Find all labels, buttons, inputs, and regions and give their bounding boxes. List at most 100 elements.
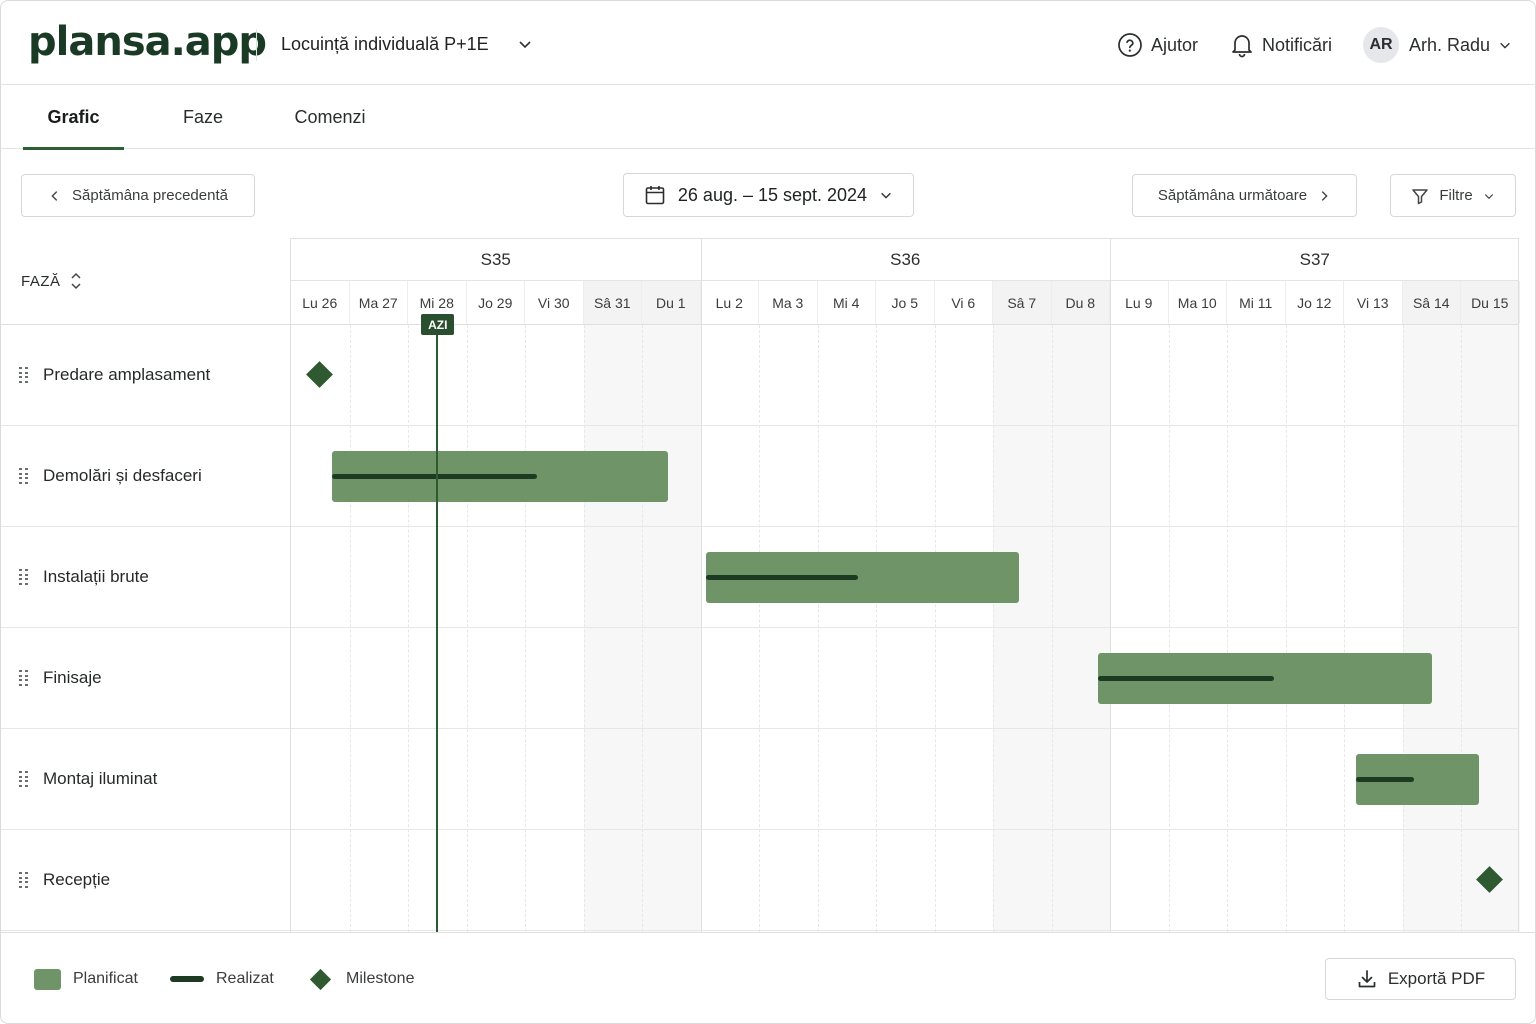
phase-row-label: Demolări și desfaceri xyxy=(19,426,202,526)
actual-progress-bar xyxy=(706,575,859,580)
drag-dot xyxy=(19,784,22,787)
drag-dot xyxy=(25,569,28,571)
date-range-picker[interactable]: 26 aug. – 15 sept. 2024 xyxy=(623,173,914,217)
help-button[interactable]: Ajutor xyxy=(1117,29,1198,61)
legend-actual-swatch xyxy=(170,976,204,982)
phase-row-label: Recepție xyxy=(19,830,110,930)
phase-name[interactable]: Montaj iluminat xyxy=(43,769,157,789)
drag-handle-icon[interactable] xyxy=(19,670,29,686)
phase-name[interactable]: Predare amplasament xyxy=(43,365,210,385)
project-selector[interactable]: Locuință individuală P+1E xyxy=(281,31,533,57)
day-label: Jo 29 xyxy=(467,281,525,324)
avatar: AR xyxy=(1363,27,1399,63)
drag-dot xyxy=(19,683,22,686)
day-label: Mi 11 xyxy=(1227,281,1286,324)
app-logo[interactable]: plansa.app xyxy=(28,19,267,65)
drag-handle-icon[interactable] xyxy=(19,367,29,383)
day-label: Du 1 xyxy=(642,281,701,324)
drag-dot xyxy=(25,885,28,888)
filters-button[interactable]: Filtre xyxy=(1390,174,1516,217)
phase-row-label: Montaj iluminat xyxy=(19,729,157,829)
previous-week-button[interactable]: Săptămâna precedentă xyxy=(21,174,255,217)
phase-name[interactable]: Demolări și desfaceri xyxy=(43,466,202,486)
legend-planned-swatch xyxy=(34,968,61,990)
drag-dot xyxy=(25,578,28,580)
actual-progress-bar xyxy=(331,474,537,479)
drag-dot xyxy=(19,872,22,874)
drag-handle-icon[interactable] xyxy=(19,569,29,585)
day-label: Lu 26 xyxy=(291,281,350,324)
day-label: Ma 27 xyxy=(350,281,408,324)
drag-dot xyxy=(19,775,22,778)
next-week-label: Săptămâna următoare xyxy=(1157,187,1308,204)
legend-actual-label: Realizat xyxy=(216,970,274,987)
download-icon xyxy=(1358,970,1376,988)
legend-milestone: Milestone xyxy=(307,967,414,991)
drag-handle-icon[interactable] xyxy=(19,771,29,787)
drag-dot xyxy=(19,876,22,879)
drag-handle-icon[interactable] xyxy=(19,468,29,484)
tab-comenzi[interactable]: Comenzi xyxy=(283,85,377,149)
phase-name[interactable]: Instalații brute xyxy=(43,567,149,587)
drag-dot xyxy=(25,376,28,378)
phase-row: Predare amplasament xyxy=(1,325,1519,426)
next-week-button[interactable]: Săptămâna următoare xyxy=(1132,174,1357,217)
actual-progress-bar xyxy=(1098,676,1274,681)
drag-dot xyxy=(19,670,22,672)
drag-dot xyxy=(25,775,28,778)
footer-bar: Planificat Realizat Milestone xyxy=(1,932,1535,1023)
chevron-left-icon xyxy=(51,190,58,201)
legend-milestone-label: Milestone xyxy=(346,970,415,987)
day-label: Jo 5 xyxy=(876,281,935,324)
day-label: Du 8 xyxy=(1051,281,1110,324)
tab-grafic[interactable]: Grafic xyxy=(23,85,124,150)
drag-handle-icon[interactable] xyxy=(19,872,29,888)
chevron-right-icon xyxy=(1321,190,1328,201)
phase-name[interactable]: Recepție xyxy=(43,870,110,890)
drag-dot xyxy=(19,780,22,782)
phase-row-label: Finisaje xyxy=(19,628,102,728)
phase-row: Recepție xyxy=(1,830,1519,931)
user-menu[interactable]: AR Arh. Radu xyxy=(1363,27,1512,63)
legend-planned: Planificat xyxy=(34,967,138,991)
help-circle-icon xyxy=(1118,33,1142,57)
project-name: Locuință individuală P+1E xyxy=(281,33,489,54)
date-range-label: 26 aug. – 15 sept. 2024 xyxy=(677,184,868,205)
tab-faze[interactable]: Faze xyxy=(163,85,243,149)
export-pdf-label: Exportă PDF xyxy=(1387,969,1486,988)
export-pdf-button[interactable]: Exportă PDF xyxy=(1325,958,1516,1000)
drag-dot xyxy=(25,367,28,369)
user-name: Arh. Radu xyxy=(1409,34,1491,55)
drag-dot xyxy=(19,367,22,369)
day-label: Jo 12 xyxy=(1286,281,1344,324)
today-marker-line xyxy=(436,325,439,932)
calendar-icon xyxy=(645,186,665,205)
legend-planned-label: Planificat xyxy=(73,970,138,987)
day-label: Lu 9 xyxy=(1110,281,1169,324)
drag-dot xyxy=(25,472,28,475)
bell-icon xyxy=(1232,35,1252,58)
legend-actual: Realizat xyxy=(170,967,274,991)
drag-dot xyxy=(25,771,28,773)
tab-bar: Grafic Faze Comenzi xyxy=(1,85,1535,150)
phase-column-divider xyxy=(290,238,291,932)
phase-name[interactable]: Finisaje xyxy=(43,668,102,688)
day-label: Sâ 31 xyxy=(583,281,642,324)
notifications-button[interactable]: Notificări xyxy=(1230,29,1332,61)
drag-dot xyxy=(19,472,22,475)
filters-label: Filtre xyxy=(1439,187,1473,204)
phase-column-header[interactable]: FAZĂ xyxy=(1,238,291,325)
drag-dot xyxy=(19,582,22,585)
phase-header-label: FAZĂ xyxy=(21,272,61,290)
drag-dot xyxy=(25,872,28,874)
week-header-row: S35 S36 S37 xyxy=(291,238,1519,281)
drag-dot xyxy=(19,380,22,383)
previous-week-label: Săptămâna precedentă xyxy=(72,187,228,204)
day-label: Vi 6 xyxy=(935,281,993,324)
chevron-down-icon xyxy=(881,192,891,199)
header-divider xyxy=(256,29,257,61)
top-header: plansa.app Locuință individuală P+1E Aju… xyxy=(1,1,1535,85)
week-label: S37 xyxy=(1299,249,1330,269)
legend-milestone-swatch xyxy=(309,968,332,990)
drag-dot xyxy=(25,380,28,383)
